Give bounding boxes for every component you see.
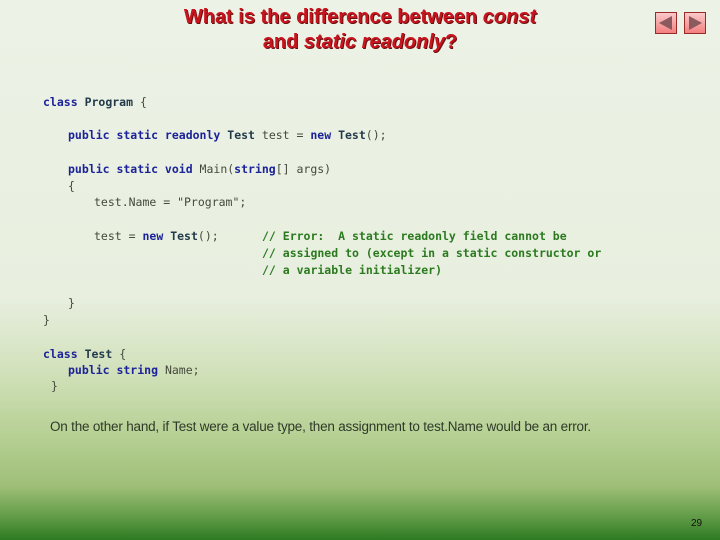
code-line: } bbox=[68, 296, 75, 310]
title-text: and bbox=[262, 31, 304, 53]
type-name: Program bbox=[84, 95, 134, 109]
keyword: public static void bbox=[68, 162, 193, 176]
code-line: } bbox=[43, 313, 50, 327]
page-number: 29 bbox=[691, 518, 703, 529]
code-line: class Test { bbox=[43, 346, 126, 362]
keyword: class bbox=[43, 347, 78, 361]
code-text: (); bbox=[365, 128, 387, 142]
code-text: test = bbox=[254, 128, 311, 142]
code-text: Main( bbox=[192, 162, 235, 176]
explanation-note: On the other hand, if Test were a value … bbox=[50, 419, 591, 434]
type-name: Test bbox=[227, 128, 255, 142]
triangle-left-icon bbox=[659, 16, 672, 30]
type-name: Test bbox=[84, 347, 113, 361]
code-text: Name; bbox=[158, 363, 200, 377]
title-emphasis-const: const bbox=[482, 6, 537, 28]
code-line: public string Name; bbox=[68, 362, 200, 378]
next-slide-button[interactable] bbox=[684, 12, 706, 34]
code-comment: // a variable initializer) bbox=[262, 263, 443, 277]
code-text: (); bbox=[197, 229, 219, 243]
code-line: public static void Main(string[] args) bbox=[68, 161, 331, 177]
keyword: new bbox=[142, 229, 164, 243]
triangle-right-icon bbox=[689, 16, 702, 30]
code-line: test.Name = "Program"; bbox=[94, 195, 247, 209]
code-line: class Program { bbox=[43, 94, 147, 110]
code-block: class Program { public static readonly T… bbox=[43, 94, 601, 393]
slide-title: What is the difference between const and… bbox=[0, 5, 720, 55]
code-line: } bbox=[51, 379, 58, 393]
code-comment: // Error: A static readonly field cannot… bbox=[262, 229, 567, 243]
title-text: What is the difference between bbox=[183, 6, 483, 28]
keyword: new bbox=[310, 128, 332, 142]
code-text: { bbox=[112, 347, 127, 361]
code-comment: // assigned to (except in a static const… bbox=[262, 246, 602, 260]
keyword: public static readonly bbox=[68, 128, 221, 142]
code-text: { bbox=[133, 95, 147, 109]
type-name: Test bbox=[170, 229, 198, 243]
code-line: public static readonly Test test = new T… bbox=[68, 127, 387, 143]
code-text: [] args) bbox=[275, 162, 332, 176]
keyword: public string bbox=[68, 363, 159, 377]
previous-slide-button[interactable] bbox=[655, 12, 677, 34]
title-emphasis-static-readonly: static readonly bbox=[303, 31, 446, 53]
code-line: { bbox=[68, 179, 75, 193]
keyword: class bbox=[43, 95, 78, 109]
keyword: string bbox=[234, 162, 276, 176]
type-name: Test bbox=[338, 128, 366, 142]
code-line: test = new Test(); bbox=[94, 228, 219, 244]
code-text: test = bbox=[94, 229, 143, 243]
title-text: ? bbox=[445, 31, 458, 53]
